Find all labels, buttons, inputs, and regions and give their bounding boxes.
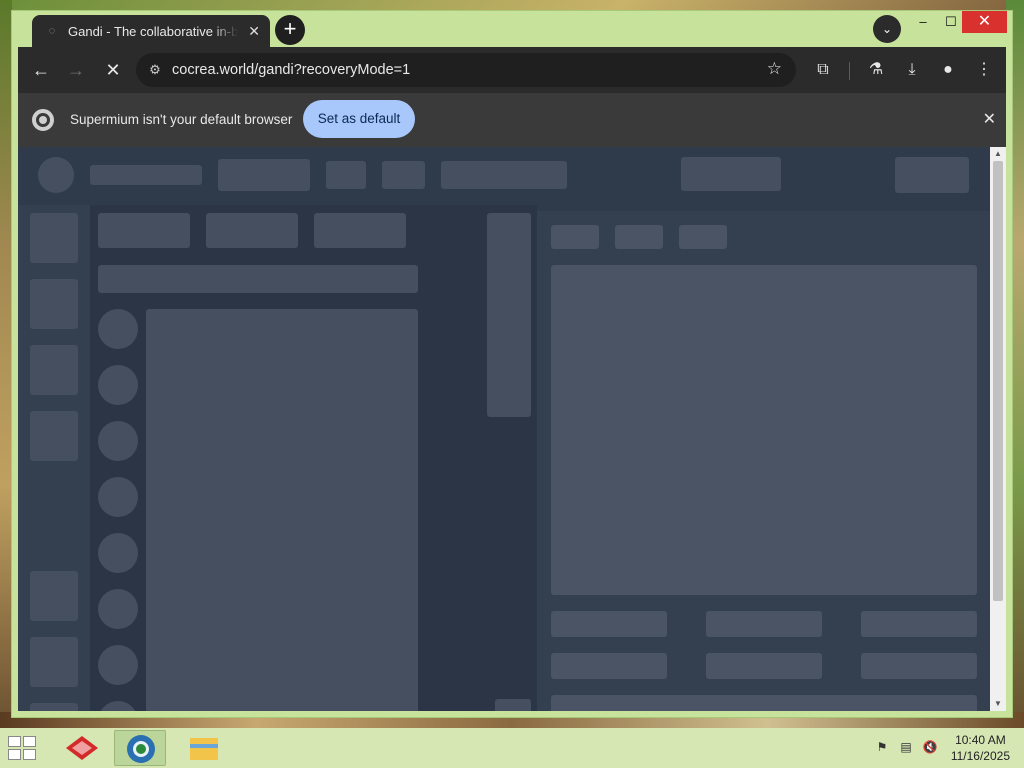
skeleton-block bbox=[30, 345, 78, 395]
skeleton-circle bbox=[98, 421, 138, 461]
bookmark-star-icon[interactable]: ☆ bbox=[767, 59, 782, 79]
skeleton-block bbox=[441, 161, 567, 189]
profile-icon[interactable]: ● bbox=[936, 58, 960, 82]
browser-tab[interactable]: ◌ Gandi - The collaborative in-browser ✕ bbox=[32, 15, 270, 47]
skeleton-circle bbox=[98, 533, 138, 573]
infobar-message: Supermium isn't your default browser bbox=[70, 112, 293, 127]
tab-close-icon[interactable]: ✕ bbox=[248, 23, 260, 40]
skeleton-avatar bbox=[38, 157, 74, 193]
skeleton-block-area bbox=[146, 309, 418, 711]
set-as-default-button[interactable]: Set as default bbox=[303, 100, 415, 138]
skeleton-block bbox=[679, 225, 727, 249]
skeleton-block bbox=[326, 161, 366, 189]
windows-taskbar: ⚑ ▤ 🔇 10:40 AM 11/16/2025 bbox=[0, 728, 1024, 768]
skeleton-stage-canvas bbox=[551, 265, 977, 595]
skeleton-block bbox=[551, 225, 599, 249]
infobar-close-icon[interactable]: ✕ bbox=[983, 109, 996, 129]
scrollbar-thumb[interactable] bbox=[993, 161, 1003, 601]
tab-title: Gandi - The collaborative in-browser bbox=[68, 23, 238, 39]
skeleton-block bbox=[706, 653, 822, 679]
skeleton-block bbox=[30, 279, 78, 329]
taskbar-browser-icon[interactable] bbox=[114, 730, 166, 766]
start-button[interactable] bbox=[8, 736, 38, 760]
clock-time: 10:40 AM bbox=[955, 733, 1006, 747]
skeleton-block bbox=[495, 699, 531, 711]
skeleton-block bbox=[314, 213, 406, 248]
title-bar: ◌ Gandi - The collaborative in-browser ✕… bbox=[12, 11, 1012, 49]
skeleton-block bbox=[706, 611, 822, 637]
skeleton-block bbox=[861, 611, 977, 637]
skeleton-circle bbox=[98, 477, 138, 517]
taskbar-app-red-icon[interactable] bbox=[56, 730, 108, 766]
default-browser-infobar: Supermium isn't your default browser Set… bbox=[18, 93, 1006, 147]
skeleton-circle bbox=[98, 365, 138, 405]
page-scrollbar[interactable]: ▲ ▼ bbox=[990, 147, 1006, 711]
taskbar-clock[interactable]: 10:40 AM 11/16/2025 bbox=[951, 732, 1010, 764]
menu-icon[interactable]: ⋮ bbox=[972, 58, 996, 82]
url-text[interactable]: cocrea.world/gandi?recoveryMode=1 bbox=[172, 62, 410, 78]
scroll-down-icon[interactable]: ▼ bbox=[990, 697, 1006, 711]
skeleton-block bbox=[382, 161, 425, 189]
skeleton-circle bbox=[98, 589, 138, 629]
stop-loading-button[interactable]: ✕ bbox=[100, 57, 126, 83]
skeleton-block bbox=[615, 225, 663, 249]
back-button[interactable]: ← bbox=[28, 57, 54, 83]
browser-toolbar: ← → ✕ ⚙ cocrea.world/gandi?recoveryMode=… bbox=[18, 47, 1006, 93]
skeleton-block bbox=[98, 213, 190, 248]
download-icon[interactable]: ⤓ bbox=[900, 58, 924, 82]
skeleton-block bbox=[487, 213, 531, 417]
skeleton-block bbox=[218, 159, 310, 191]
new-tab-button[interactable]: + bbox=[275, 15, 305, 45]
skeleton-block bbox=[90, 165, 202, 185]
skeleton-block bbox=[30, 703, 78, 711]
clock-date: 11/16/2025 bbox=[950, 749, 1010, 763]
minimize-button[interactable]: – bbox=[909, 11, 937, 33]
address-bar[interactable]: ⚙ cocrea.world/gandi?recoveryMode=1 ☆ bbox=[136, 53, 796, 87]
maximize-button[interactable]: ☐ bbox=[937, 11, 965, 33]
skeleton-block bbox=[30, 213, 78, 263]
labs-icon[interactable]: ⚗ bbox=[864, 58, 888, 82]
forward-button[interactable]: → bbox=[63, 57, 89, 83]
skeleton-block bbox=[206, 213, 298, 248]
skeleton-block bbox=[30, 571, 78, 621]
windows-logo-pane bbox=[23, 749, 36, 760]
toolbar-divider bbox=[849, 62, 850, 80]
taskbar-file-explorer-icon[interactable] bbox=[178, 730, 230, 766]
extensions-icon[interactable]: ⧉ bbox=[811, 58, 835, 82]
skeleton-block bbox=[30, 637, 78, 687]
skeleton-block bbox=[98, 265, 418, 293]
close-window-button[interactable]: ✕ bbox=[962, 11, 1007, 33]
browser-logo-icon bbox=[32, 109, 54, 131]
network-icon[interactable]: ▤ bbox=[898, 740, 914, 756]
skeleton-block bbox=[551, 611, 667, 637]
site-info-icon[interactable]: ⚙ bbox=[146, 62, 164, 78]
windows-logo-pane bbox=[8, 749, 21, 760]
skeleton-circle bbox=[98, 309, 138, 349]
skeleton-block bbox=[551, 695, 977, 711]
skeleton-circle bbox=[98, 645, 138, 685]
skeleton-block bbox=[895, 157, 969, 193]
skeleton-block bbox=[551, 653, 667, 679]
scroll-up-icon[interactable]: ▲ bbox=[990, 147, 1006, 161]
action-center-icon[interactable]: ⚑ bbox=[874, 740, 890, 756]
windows-logo-pane bbox=[23, 736, 36, 747]
volume-muted-icon[interactable]: 🔇 bbox=[922, 740, 938, 756]
tab-search-button[interactable]: ⌄ bbox=[873, 15, 901, 43]
page-viewport bbox=[18, 147, 990, 711]
skeleton-block bbox=[861, 653, 977, 679]
skeleton-block bbox=[681, 157, 781, 191]
loading-spinner-icon: ◌ bbox=[48, 25, 56, 37]
browser-window: ◌ Gandi - The collaborative in-browser ✕… bbox=[11, 10, 1013, 718]
windows-logo-icon bbox=[8, 736, 21, 747]
skeleton-block bbox=[30, 411, 78, 461]
